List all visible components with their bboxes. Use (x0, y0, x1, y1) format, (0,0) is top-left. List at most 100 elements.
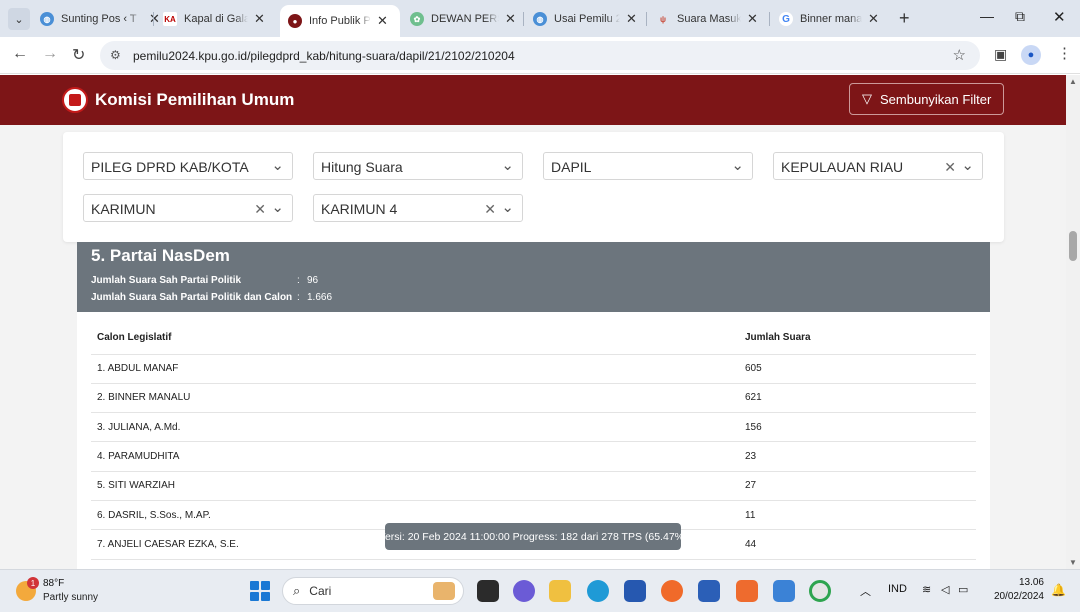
clear-icon[interactable]: ✕ (944, 159, 956, 176)
language-indicator[interactable]: IND (888, 583, 907, 595)
election-select[interactable]: PILEG DPRD KAB/KOTA ⌄ (83, 152, 293, 180)
menu-icon[interactable]: ⋮ (1057, 44, 1072, 62)
profile-avatar[interactable]: ● (1021, 45, 1041, 65)
candidate-name: 4. PARAMUDHITA (91, 441, 739, 472)
filter-icon: ▽ (862, 91, 872, 106)
site-settings-icon[interactable]: ⚙ (110, 48, 121, 62)
notification-bell-icon[interactable]: 🔔 (1051, 583, 1066, 597)
dapil-select[interactable]: KARIMUN 4 ✕ ⌄ (313, 194, 523, 222)
scroll-up-icon[interactable]: ▲ (1069, 77, 1077, 86)
candidate-votes: 11 (739, 500, 976, 531)
table-row: 1. ABDUL MANAF 605 (91, 354, 976, 384)
address-bar[interactable]: ⚙ pemilu2024.kpu.go.id/pilegdprd_kab/hit… (100, 41, 980, 70)
close-icon[interactable]: ✕ (626, 11, 637, 27)
close-icon[interactable]: ✕ (747, 11, 758, 27)
chevron-down-icon: ⌄ (501, 199, 514, 216)
level-select[interactable]: DAPIL ⌄ (543, 152, 753, 180)
new-tab-button[interactable]: + (899, 8, 910, 29)
chevron-up-icon[interactable]: ︿ (860, 583, 871, 599)
tab-strip: ⌄ ◍ Sunting Pos ‹ T ✕ KA Kapal di Galan … (0, 0, 1080, 37)
column-header-candidate: Calon Legislatif (91, 322, 739, 355)
windows-taskbar: 1 88°F Partly sunny ⌕ Cari ︿ IND ≋ ◁ ▭ 1… (0, 569, 1080, 612)
google-icon: G (779, 12, 793, 26)
firefox-icon[interactable] (661, 580, 683, 602)
bookmark-star-icon[interactable]: ☆ (953, 46, 966, 64)
party-result-card: 5. Partai NasDem Jumlah Suara Sah Partai… (77, 242, 990, 569)
filter-panel: PILEG DPRD KAB/KOTA ⌄ Hitung Suara ⌄ DAP… (63, 132, 1004, 242)
tab-binner-manalu[interactable]: G Binner manalu ✕ (779, 5, 879, 33)
edge-icon[interactable] (587, 580, 609, 602)
table-row: 3. JULIANA, A.Md. 156 (91, 412, 976, 443)
party-header: 5. Partai NasDem Jumlah Suara Sah Partai… (77, 242, 990, 312)
candidate-name: 2. BINNER MANALU (91, 383, 739, 414)
scrollbar-thumb[interactable] (1069, 231, 1077, 261)
chevron-down-icon: ⌄ (271, 157, 284, 174)
browser-toolbar: ← → ↻ ⚙ pemilu2024.kpu.go.id/pilegdprd_k… (0, 37, 1080, 74)
close-icon[interactable]: ✕ (868, 11, 879, 27)
notepad-icon[interactable] (773, 580, 795, 602)
tab-search-button[interactable]: ⌄ (8, 8, 30, 30)
tab-dewan-pers[interactable]: ✿ DEWAN PERS ✕ (410, 5, 516, 33)
back-icon[interactable]: ← (12, 45, 28, 63)
party-votes-stat: Jumlah Suara Sah Partai Politik : 96 (91, 275, 319, 286)
party-and-candidate-votes-stat: Jumlah Suara Sah Partai Politik dan Calo… (91, 292, 333, 303)
site-header: Komisi Pemilihan Umum ▽ Sembunyikan Filt… (0, 75, 1066, 125)
clear-icon[interactable]: ✕ (254, 201, 266, 218)
version-progress-tooltip: Versi: 20 Feb 2024 11:00:00 Progress: 18… (379, 523, 688, 550)
kpu-logo[interactable] (62, 87, 88, 113)
restore-button[interactable]: ⧉ (1015, 8, 1025, 25)
page-content: Komisi Pemilihan Umum ▽ Sembunyikan Filt… (0, 75, 1066, 569)
file-explorer-icon[interactable] (549, 580, 571, 602)
candidate-votes: 621 (739, 383, 976, 414)
search-highlight-icon (433, 582, 455, 600)
candidate-votes: 23 (739, 441, 976, 472)
task-view-icon[interactable] (477, 580, 499, 602)
close-icon[interactable]: ✕ (377, 13, 388, 29)
ka-icon: KA (163, 12, 177, 26)
close-icon[interactable]: ✕ (149, 11, 160, 27)
mode-select[interactable]: Hitung Suara ⌄ (313, 152, 523, 180)
candidate-votes: 27 (739, 471, 976, 501)
side-panel-icon[interactable]: ▣ (994, 46, 1007, 63)
province-select[interactable]: KEPULAUAN RIAU ✕ ⌄ (773, 152, 983, 180)
candidate-votes: 156 (739, 412, 976, 443)
brand-title[interactable]: Komisi Pemilihan Umum (95, 90, 294, 110)
regency-select[interactable]: KARIMUN ✕ ⌄ (83, 194, 293, 222)
url-text[interactable]: pemilu2024.kpu.go.id/pilegdprd_kab/hitun… (133, 49, 515, 63)
minimize-button[interactable]: — (980, 8, 994, 24)
close-icon[interactable]: ✕ (505, 11, 516, 27)
candidate-votes: 605 (739, 354, 976, 384)
battery-icon[interactable]: ▭ (958, 583, 968, 596)
app-icon[interactable] (736, 580, 758, 602)
hide-filter-button[interactable]: ▽ Sembunyikan Filter (849, 83, 1004, 115)
reload-icon[interactable]: ↻ (72, 45, 85, 65)
globe-icon: ◍ (533, 12, 547, 26)
close-window-button[interactable]: ✕ (1053, 8, 1066, 26)
chrome-icon[interactable] (809, 580, 831, 602)
forward-icon[interactable]: → (42, 45, 58, 63)
candidate-votes: 44 (739, 529, 976, 560)
word-icon[interactable] (698, 580, 720, 602)
close-icon[interactable]: ✕ (254, 11, 265, 27)
tab-sunting-pos[interactable]: ◍ Sunting Pos ‹ T ✕ (40, 5, 160, 33)
candidate-name: 5. SITI WARZIAH (91, 471, 739, 501)
column-header-votes: Jumlah Suara (739, 322, 976, 355)
volume-icon[interactable]: ◁ (941, 583, 949, 596)
chevron-down-icon: ⌄ (731, 157, 744, 174)
tab-info-publik[interactable]: ● Info Publik Pe ✕ (280, 5, 400, 37)
scroll-down-icon[interactable]: ▼ (1069, 558, 1077, 567)
tab-suara-masuk[interactable]: ψ Suara Masuk ✕ (656, 5, 758, 33)
chat-icon[interactable] (513, 580, 535, 602)
system-clock[interactable]: 13.06 20/02/2024 (994, 576, 1044, 604)
tab-kapal[interactable]: KA Kapal di Galan ✕ (163, 5, 265, 33)
start-button[interactable] (250, 581, 270, 601)
taskbar-search[interactable]: ⌕ Cari (282, 577, 464, 605)
wifi-icon[interactable]: ≋ (922, 583, 931, 596)
page-scrollbar[interactable]: ▲ ▼ (1066, 75, 1080, 569)
store-icon[interactable] (624, 580, 646, 602)
chevron-down-icon: ⌄ (501, 157, 514, 174)
candidate-name: 3. JULIANA, A.Md. (91, 412, 739, 443)
clear-icon[interactable]: ✕ (484, 201, 496, 218)
tab-usai-pemilu[interactable]: ◍ Usai Pemilu 20 ✕ (533, 5, 637, 33)
globe-icon: ◍ (40, 12, 54, 26)
